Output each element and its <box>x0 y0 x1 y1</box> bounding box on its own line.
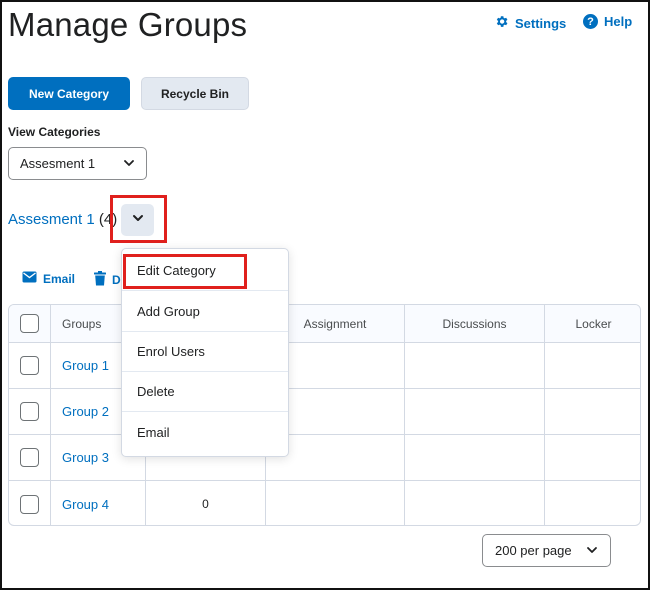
chevron-down-icon <box>585 543 599 560</box>
table-row: Group 3 <box>9 435 640 481</box>
row-checkbox[interactable] <box>20 448 39 467</box>
settings-link[interactable]: Settings <box>494 14 566 32</box>
select-all-checkbox[interactable] <box>20 314 39 333</box>
table-row: Group 4 0 <box>9 481 640 525</box>
row-checkbox[interactable] <box>20 494 39 514</box>
email-action[interactable]: Email <box>22 271 75 286</box>
row-checkbox[interactable] <box>20 402 39 421</box>
settings-label: Settings <box>515 15 567 31</box>
help-label: Help <box>604 14 633 29</box>
group-link[interactable]: Group 3 <box>62 450 109 465</box>
delete-action[interactable]: D <box>94 271 121 289</box>
menu-item-add-group[interactable]: Add Group <box>122 292 288 332</box>
email-action-label: Email <box>43 271 76 286</box>
groups-table: Groups Assignment Discussions Locker Gro… <box>8 304 641 526</box>
view-categories-label: View Categories <box>8 125 101 139</box>
menu-item-enrol-users[interactable]: Enrol Users <box>122 332 288 372</box>
highlight-annotation-edit-category <box>123 254 247 289</box>
per-page-value: 200 per page <box>495 543 572 558</box>
row-check-cell <box>9 343 51 388</box>
help-link[interactable]: ? Help <box>583 14 632 29</box>
locker-cell <box>545 435 640 480</box>
per-page-select[interactable]: 200 per page <box>482 534 611 567</box>
column-header-locker: Locker <box>575 316 612 331</box>
group-link[interactable]: Group 2 <box>62 404 109 419</box>
delete-trash-icon <box>94 271 106 289</box>
highlight-annotation-menu-button <box>110 195 167 243</box>
delete-action-label: D <box>112 273 121 287</box>
members-cell: 0 <box>146 481 266 525</box>
column-header-discussions: Discussions <box>405 305 545 342</box>
discussions-cell <box>405 481 545 525</box>
category-name-link[interactable]: Assesment 1 <box>8 211 95 228</box>
view-categories-selected: Assesment 1 <box>20 156 96 171</box>
discussions-cell <box>405 435 545 480</box>
group-cell: Group 4 <box>51 481 146 525</box>
row-check-cell <box>9 435 51 480</box>
locker-cell <box>545 389 640 434</box>
menu-item-delete[interactable]: Delete <box>122 372 288 412</box>
recycle-bin-button[interactable]: Recycle Bin <box>141 77 249 110</box>
settings-gear-icon <box>494 14 509 32</box>
discussions-cell <box>405 343 545 388</box>
discussions-cell <box>405 389 545 434</box>
table-header-row: Groups Assignment Discussions Locker <box>9 305 640 343</box>
table-row: Group 2 <box>9 389 640 435</box>
category-heading: Assesment 1 (4) <box>8 211 117 228</box>
page-title: Manage Groups <box>8 6 248 43</box>
table-row: Group 1 <box>9 343 640 389</box>
group-link[interactable]: Group 1 <box>62 358 109 373</box>
chevron-down-icon <box>122 156 136 173</box>
menu-item-email[interactable]: Email <box>122 412 288 452</box>
row-checkbox[interactable] <box>20 356 39 375</box>
locker-cell <box>545 481 640 525</box>
new-category-button[interactable]: New Category <box>8 77 130 110</box>
assignment-cell <box>266 481 405 525</box>
email-envelope-icon <box>22 271 37 286</box>
select-all-cell <box>9 305 51 342</box>
group-link[interactable]: Group 4 <box>62 497 109 512</box>
view-categories-select[interactable]: Assesment 1 <box>8 147 147 180</box>
row-check-cell <box>9 481 51 525</box>
locker-cell <box>545 343 640 388</box>
help-circle-icon: ? <box>583 14 598 29</box>
row-check-cell <box>9 389 51 434</box>
